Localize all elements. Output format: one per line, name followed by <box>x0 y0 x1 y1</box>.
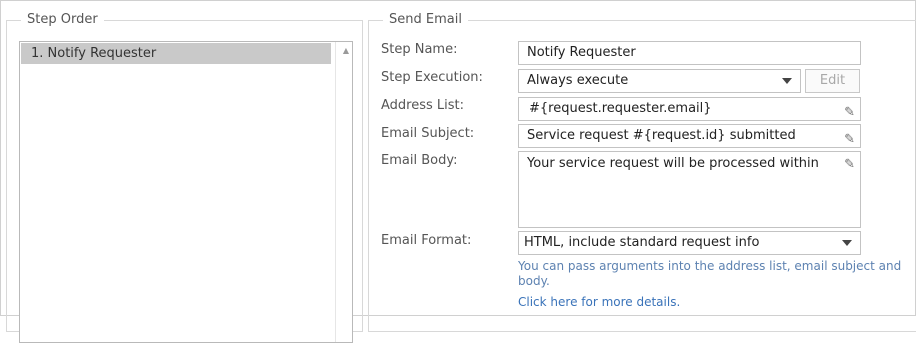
pencil-icon[interactable]: ✎ <box>844 129 855 147</box>
step-name-label: Step Name: <box>381 42 458 57</box>
details-link[interactable]: Click here for more details. <box>518 295 680 309</box>
chevron-down-icon[interactable] <box>842 240 852 246</box>
list-item[interactable]: 1. Notify Requester <box>21 43 331 64</box>
step-order-panel: Step Order 1. Notify Requester ▲ <box>6 12 363 343</box>
email-body-value: Your service request will be processed w… <box>527 156 819 171</box>
chevron-down-icon[interactable] <box>782 78 792 84</box>
email-subject-input[interactable]: Service request #{request.id} submitted … <box>518 124 861 148</box>
step-name-input[interactable]: Notify Requester <box>518 41 861 65</box>
address-list-label: Address List: <box>381 98 465 113</box>
email-format-select[interactable]: HTML, include standard request info <box>518 231 861 255</box>
email-body-textarea[interactable]: Your service request will be processed w… <box>518 151 861 228</box>
email-subject-value: Service request #{request.id} submitted <box>527 128 796 143</box>
address-list-input[interactable]: #{request.requester.email} ✎ <box>518 97 861 121</box>
step-execution-label: Step Execution: <box>381 70 483 85</box>
step-execution-select[interactable]: Always execute <box>518 69 801 93</box>
step-list[interactable]: 1. Notify Requester ▲ <box>19 41 353 343</box>
send-email-legend: Send Email <box>383 12 468 28</box>
email-format-label: Email Format: <box>381 233 472 248</box>
email-format-value: HTML, include standard request info <box>524 235 760 250</box>
step-order-legend: Step Order <box>21 12 104 28</box>
address-list-value: #{request.requester.email} <box>529 101 712 116</box>
email-body-label: Email Body: <box>381 153 458 168</box>
pencil-icon[interactable]: ✎ <box>844 156 855 174</box>
step-execution-value: Always execute <box>527 73 629 88</box>
email-subject-label: Email Subject: <box>381 126 475 141</box>
pencil-icon[interactable]: ✎ <box>844 102 855 120</box>
help-text: You can pass arguments into the address … <box>518 259 902 288</box>
edit-button[interactable]: Edit <box>805 69 860 93</box>
scroll-up-icon[interactable]: ▲ <box>343 46 349 55</box>
scrollbar[interactable] <box>335 42 352 342</box>
step-name-value: Notify Requester <box>527 45 636 60</box>
